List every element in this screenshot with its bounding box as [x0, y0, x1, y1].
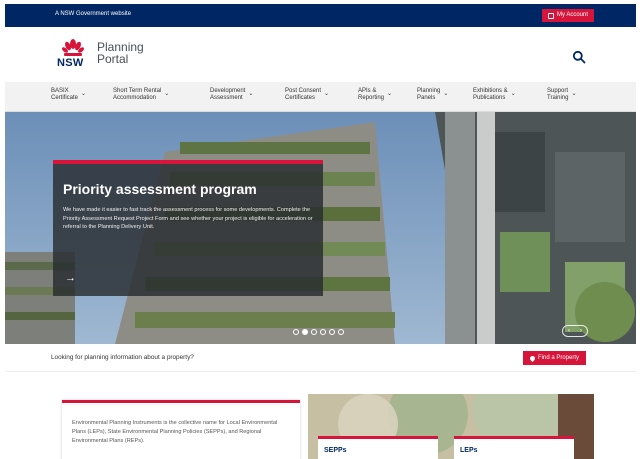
hero-card: Priority assessment program We have made… — [53, 160, 323, 296]
leps-card[interactable]: LEPs — [454, 436, 574, 459]
nav-item-planning-panels[interactable]: Planning Panels ⌄ — [417, 88, 448, 102]
nav-item-post-consent[interactable]: Post Consent Certificates ⌄ — [285, 88, 329, 102]
nav-item-apis-reporting[interactable]: APIs & Reporting ⌄ — [358, 88, 392, 102]
nav-label: Exhibitions & — [473, 88, 508, 94]
nav-label: Accommodation — [113, 95, 157, 101]
hero-carousel: Priority assessment program We have made… — [5, 112, 636, 344]
brand-line-2: Portal — [97, 52, 129, 66]
nav-label: Certificates — [285, 95, 316, 101]
chevron-down-icon: ⌄ — [443, 91, 449, 97]
chevron-right-icon[interactable]: › — [580, 328, 582, 334]
carousel-controls: ‹ › — [562, 325, 588, 337]
nav-label: Planning — [417, 88, 441, 94]
user-icon — [547, 12, 554, 19]
carousel-dot[interactable] — [338, 329, 344, 335]
nav-label: Post Consent — [285, 88, 322, 94]
waratah-icon — [62, 39, 84, 56]
property-prompt: Looking for planning information about a… — [51, 354, 194, 361]
arrow-right-icon[interactable]: → — [65, 272, 76, 284]
nav-label: Publications — [473, 95, 506, 101]
epi-info-text: Environmental Planning Instruments is th… — [72, 420, 278, 444]
page-frame: A NSW Government website My Account NSW … — [5, 4, 636, 459]
lower-section: Environmental Planning Instruments is th… — [5, 372, 636, 459]
property-search-bar: Looking for planning information about a… — [5, 344, 636, 372]
chevron-left-icon[interactable]: ‹ — [568, 328, 570, 334]
nav-label: Support — [547, 88, 569, 94]
nav-label: BASIX — [51, 88, 69, 94]
site-brand[interactable]: Planning Portal — [97, 41, 144, 65]
site-header: NSW Planning Portal — [5, 27, 636, 82]
chevron-down-icon: ⌄ — [81, 91, 87, 97]
epi-info-card: Environmental Planning Instruments is th… — [62, 400, 300, 459]
logo-text: NSW — [57, 57, 84, 69]
nav-label: Reporting — [358, 95, 385, 101]
chevron-down-icon: ⌄ — [324, 91, 330, 97]
chevron-down-icon: ⌄ — [164, 91, 170, 97]
location-pin-icon — [528, 354, 537, 362]
main-navigation: BASIX Certificate ⌄ Short Term Rental Acco… — [5, 82, 636, 112]
chevron-down-icon: ⌄ — [387, 91, 393, 97]
nav-label: Certificate — [51, 95, 79, 101]
carousel-dot[interactable] — [293, 329, 299, 335]
carousel-dot[interactable] — [320, 329, 326, 335]
government-website-text: A NSW Government website — [55, 11, 132, 17]
nav-item-exhibitions[interactable]: Exhibitions & Publications ⌄ — [473, 88, 516, 102]
nav-item-support-training[interactable]: Support Training ⌄ — [547, 88, 577, 102]
planning-instruments-tile: SEPPs LEPs — [308, 394, 594, 459]
carousel-dot[interactable] — [311, 329, 317, 335]
chevron-down-icon: ⌄ — [248, 91, 254, 97]
sepps-label: SEPPs — [324, 447, 347, 454]
hero-title: Priority assessment program — [63, 181, 257, 197]
find-property-label: Find a Property — [538, 355, 580, 361]
nav-label: Training — [547, 95, 569, 101]
nav-label: Assessment — [210, 95, 243, 101]
search-icon[interactable] — [572, 50, 586, 64]
nav-label: APIs & — [358, 88, 377, 94]
government-bar: A NSW Government website My Account — [5, 4, 636, 27]
nav-label: Short Term Rental — [113, 88, 162, 94]
nav-label: Development — [210, 88, 246, 94]
my-account-label: My Account — [556, 12, 588, 18]
chevron-down-icon: ⌄ — [510, 91, 516, 97]
leps-label: LEPs — [460, 447, 478, 454]
chevron-down-icon: ⌄ — [571, 91, 577, 97]
nav-item-development-assessment[interactable]: Development Assessment ⌄ — [210, 88, 253, 102]
carousel-dot[interactable] — [302, 329, 308, 335]
my-account-button[interactable]: My Account — [541, 9, 594, 22]
carousel-dot[interactable] — [329, 329, 335, 335]
hero-description: We have made it easier to fast track the… — [63, 207, 313, 231]
nav-item-basix[interactable]: BASIX Certificate ⌄ — [51, 88, 86, 102]
nsw-logo[interactable]: NSW — [56, 38, 90, 74]
nav-label: Panels — [417, 95, 436, 101]
find-property-button[interactable]: Find a Property — [523, 351, 587, 365]
nav-item-short-term-rental[interactable]: Short Term Rental Accommodation ⌄ — [113, 88, 169, 102]
sepps-card[interactable]: SEPPs — [318, 436, 438, 459]
carousel-dots — [293, 329, 344, 335]
